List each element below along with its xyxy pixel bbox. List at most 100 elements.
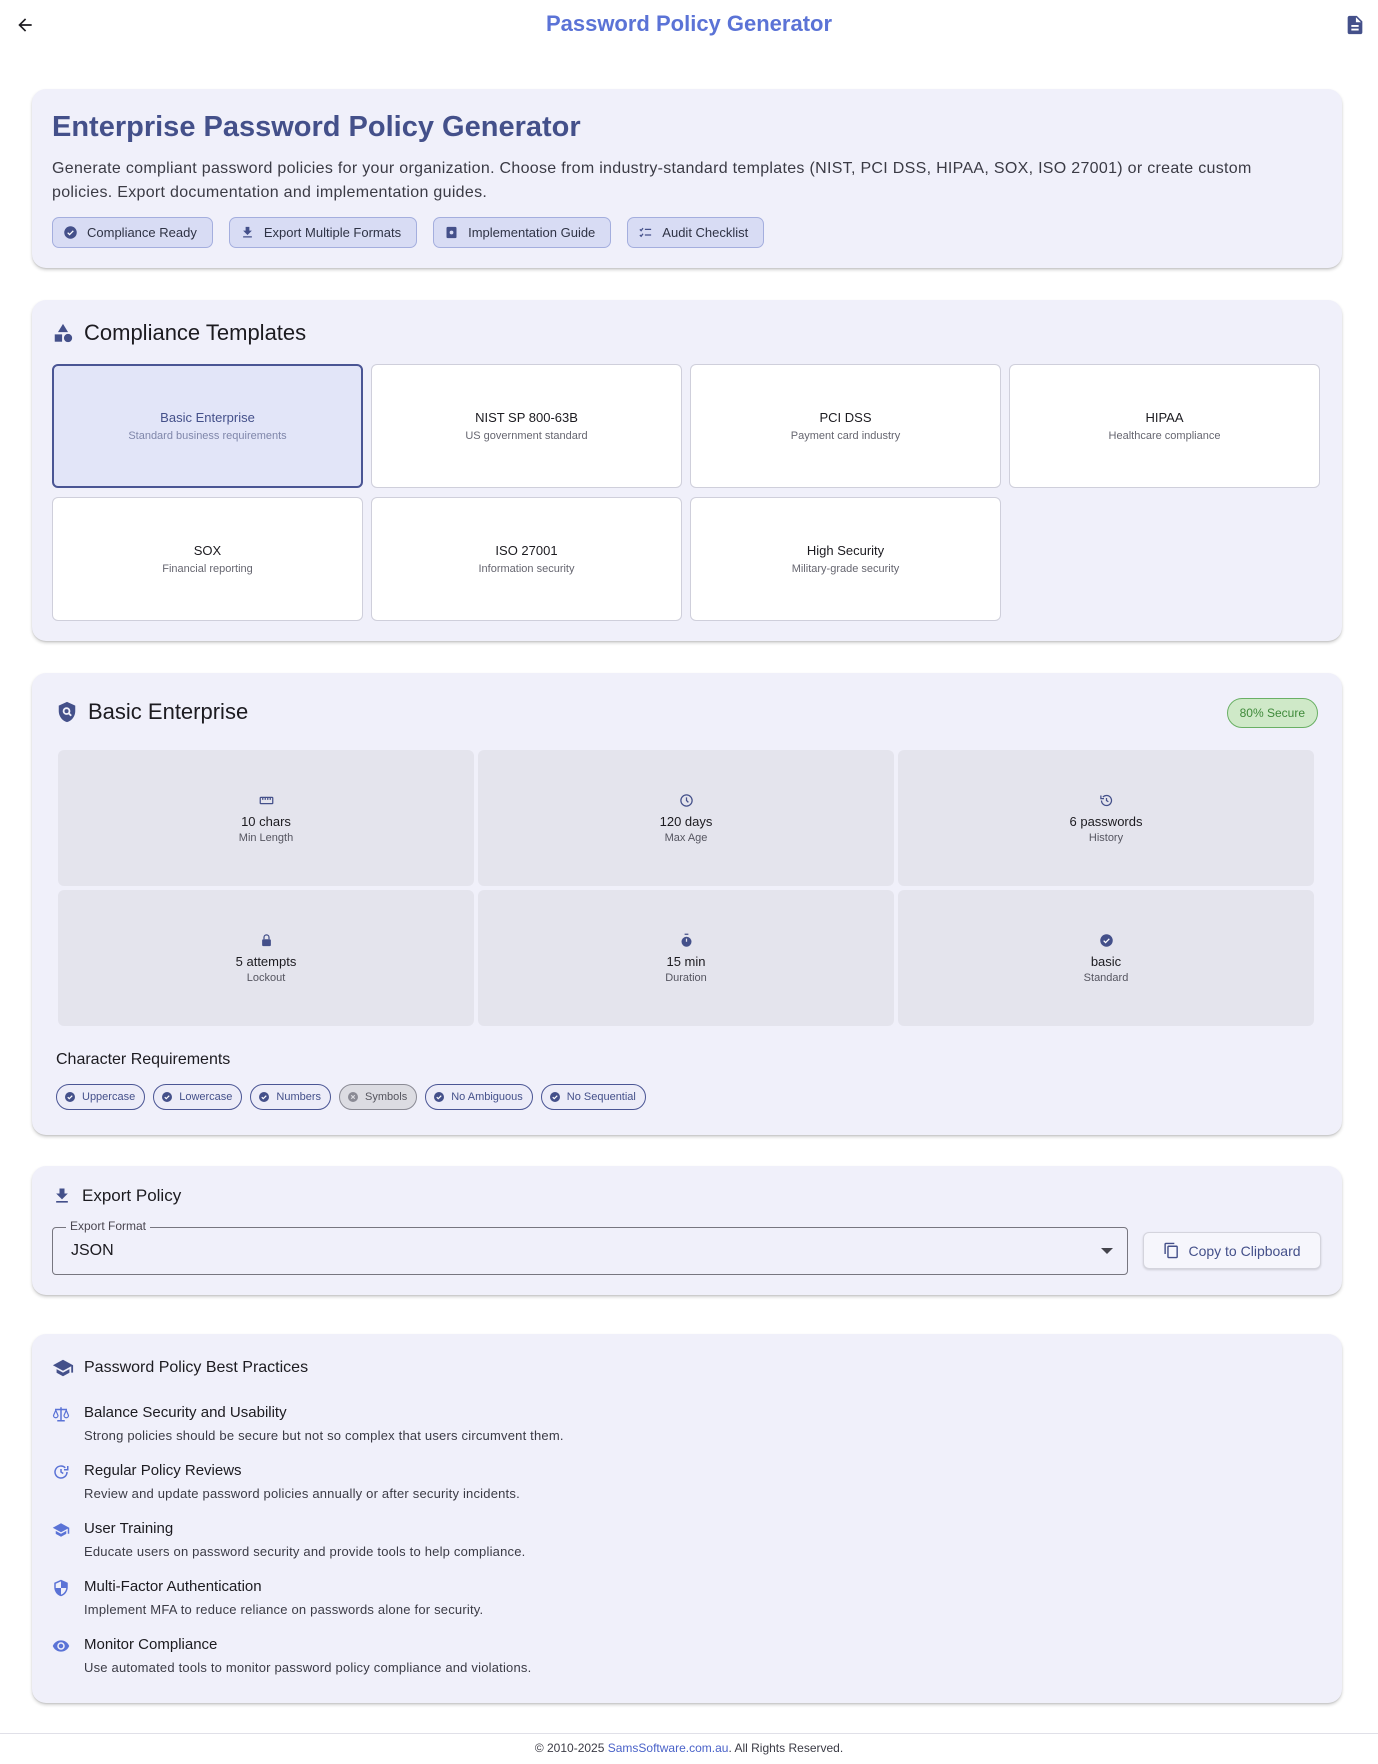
template-basic-enterprise[interactable]: Basic Enterprise Standard business requi… (52, 364, 363, 488)
stat-max-age: 120 days Max Age (478, 750, 894, 886)
footer-rights: . All Rights Reserved. (728, 1741, 844, 1755)
template-nist[interactable]: NIST SP 800-63B US government standard (371, 364, 682, 488)
stat-label: Max Age (664, 831, 708, 844)
template-desc: Standard business requirements (128, 430, 287, 442)
practice-title: User Training (84, 1520, 174, 1537)
document-icon (1347, 15, 1363, 35)
practice-text: Review and update password policies annu… (84, 1486, 520, 1501)
download-icon (56, 1188, 68, 1203)
req-uppercase: Uppercase (56, 1084, 146, 1110)
school-icon (52, 1523, 70, 1537)
checklist-icon (639, 227, 652, 238)
templates-card: Compliance Templates Basic Enterprise St… (32, 300, 1342, 641)
school-icon (52, 1359, 74, 1377)
chip-implementation-guide[interactable]: Implementation Guide (433, 217, 612, 248)
chip-export-formats[interactable]: Export Multiple Formats (228, 217, 418, 248)
template-name: SOX (193, 543, 222, 558)
req-no-ambiguous: No Ambiguous (425, 1084, 533, 1110)
stat-value: 15 min (666, 953, 706, 969)
stat-standard: basic Standard (898, 890, 1314, 1026)
lock-icon (261, 933, 271, 946)
stat-label: History (1088, 831, 1124, 844)
check-circle-icon (65, 1092, 75, 1102)
practice-title: Multi-Factor Authentication (84, 1578, 262, 1595)
practice-text: Strong policies should be secure but not… (84, 1428, 564, 1443)
export-card: Export Policy Export Format JSON Copy to… (32, 1166, 1342, 1295)
req-lowercase: Lowercase (153, 1084, 243, 1110)
hero-title: Enterprise Password Policy Generator (52, 111, 581, 143)
hero-card: Enterprise Password Policy Generator Gen… (32, 89, 1342, 268)
template-desc: Healthcare compliance (1108, 430, 1221, 442)
stat-label: Standard (1083, 971, 1129, 984)
policy-card: Basic Enterprise 80% Secure 10 chars Min… (32, 673, 1342, 1135)
templates-header: Compliance Templates (52, 320, 306, 346)
chip-label: Compliance Ready (87, 225, 197, 240)
chip-label: Audit Checklist (662, 225, 749, 240)
req-label: Lowercase (179, 1091, 233, 1103)
template-name: ISO 27001 (495, 543, 558, 558)
export-format-select[interactable]: Export Format JSON (52, 1219, 1128, 1275)
req-symbols: Symbols (339, 1084, 418, 1110)
category-icon (54, 323, 73, 343)
chip-compliance-ready[interactable]: Compliance Ready (52, 217, 213, 248)
template-name: Basic Enterprise (160, 410, 255, 425)
shield-icon (54, 1579, 68, 1597)
chip-label: Implementation Guide (468, 225, 596, 240)
chip-label: Export Multiple Formats (263, 225, 402, 240)
history-icon (1099, 794, 1112, 806)
template-name: HIPAA (1145, 410, 1184, 425)
export-format-label: Export Format (66, 1219, 151, 1233)
practice-title: Balance Security and Usability (84, 1404, 287, 1421)
export-title: Export Policy (82, 1186, 182, 1205)
policy-title: Basic Enterprise (88, 699, 249, 724)
templates-title: Compliance Templates (84, 320, 307, 345)
template-iso-27001[interactable]: ISO 27001 Information security (371, 497, 682, 621)
req-label: No Ambiguous (451, 1091, 523, 1103)
template-sox[interactable]: SOX Financial reporting (52, 497, 363, 621)
export-format-value: JSON (71, 1242, 114, 1259)
templates-grid: Basic Enterprise Standard business requi… (52, 364, 1320, 621)
clock-icon (679, 793, 693, 807)
chip-audit-checklist[interactable]: Audit Checklist (627, 217, 765, 248)
policy-stats-grid: 10 chars Min Length 120 days Max Age 6 p… (58, 750, 1314, 1026)
template-desc: Payment card industry (790, 430, 901, 442)
check-circle-icon (549, 1092, 560, 1102)
stat-value: 5 attempts (235, 953, 297, 969)
req-label: Symbols (365, 1091, 408, 1103)
document-button[interactable] (1342, 12, 1368, 38)
best-practices-card: Password Policy Best Practices Balance S… (32, 1334, 1342, 1703)
stat-value: 120 days (659, 813, 713, 829)
template-pci-dss[interactable]: PCI DSS Payment card industry (690, 364, 1001, 488)
export-header: Export Policy (52, 1186, 181, 1206)
hero-description: Generate compliant password policies for… (52, 160, 1252, 201)
eye-icon (52, 1640, 70, 1652)
stat-label: Min Length (238, 831, 294, 844)
best-practices-header: Password Policy Best Practices (52, 1357, 308, 1379)
stat-duration: 15 min Duration (478, 890, 894, 1026)
practice-text: Implement MFA to reduce reliance on pass… (84, 1602, 484, 1617)
req-label: Numbers (276, 1091, 322, 1103)
template-name: High Security (806, 543, 885, 558)
req-no-sequential: No Sequential (540, 1084, 646, 1110)
template-high-security[interactable]: High Security Military-grade security (690, 497, 1001, 621)
cancel-circle-icon (348, 1092, 359, 1102)
character-requirements: Uppercase Lowercase Numbers Symbols No A… (56, 1084, 646, 1110)
check-circle-icon (162, 1092, 173, 1102)
template-name: NIST SP 800-63B (475, 410, 578, 425)
template-name: PCI DSS (819, 410, 872, 425)
policy-header: Basic Enterprise (56, 699, 248, 725)
footer: © 2010-2025 SamsSoftware.com.au. All Rig… (0, 1741, 1378, 1755)
footer-link[interactable]: SamsSoftware.com.au (608, 1741, 729, 1755)
req-label: No Sequential (566, 1091, 636, 1103)
stat-value: 10 chars (241, 813, 291, 829)
copy-to-clipboard-button[interactable]: Copy to Clipboard (1143, 1232, 1321, 1269)
template-hipaa[interactable]: HIPAA Healthcare compliance (1009, 364, 1320, 488)
stat-min-length: 10 chars Min Length (58, 750, 474, 886)
dropdown-arrow-icon (1101, 1248, 1113, 1254)
verified-icon (1099, 933, 1113, 947)
footer-divider (0, 1733, 1378, 1734)
copy-label: Copy to Clipboard (1188, 1242, 1301, 1259)
best-practices-title: Password Policy Best Practices (84, 1359, 309, 1376)
character-requirements-title: Character Requirements (56, 1051, 231, 1068)
copy-icon (1164, 1242, 1179, 1259)
